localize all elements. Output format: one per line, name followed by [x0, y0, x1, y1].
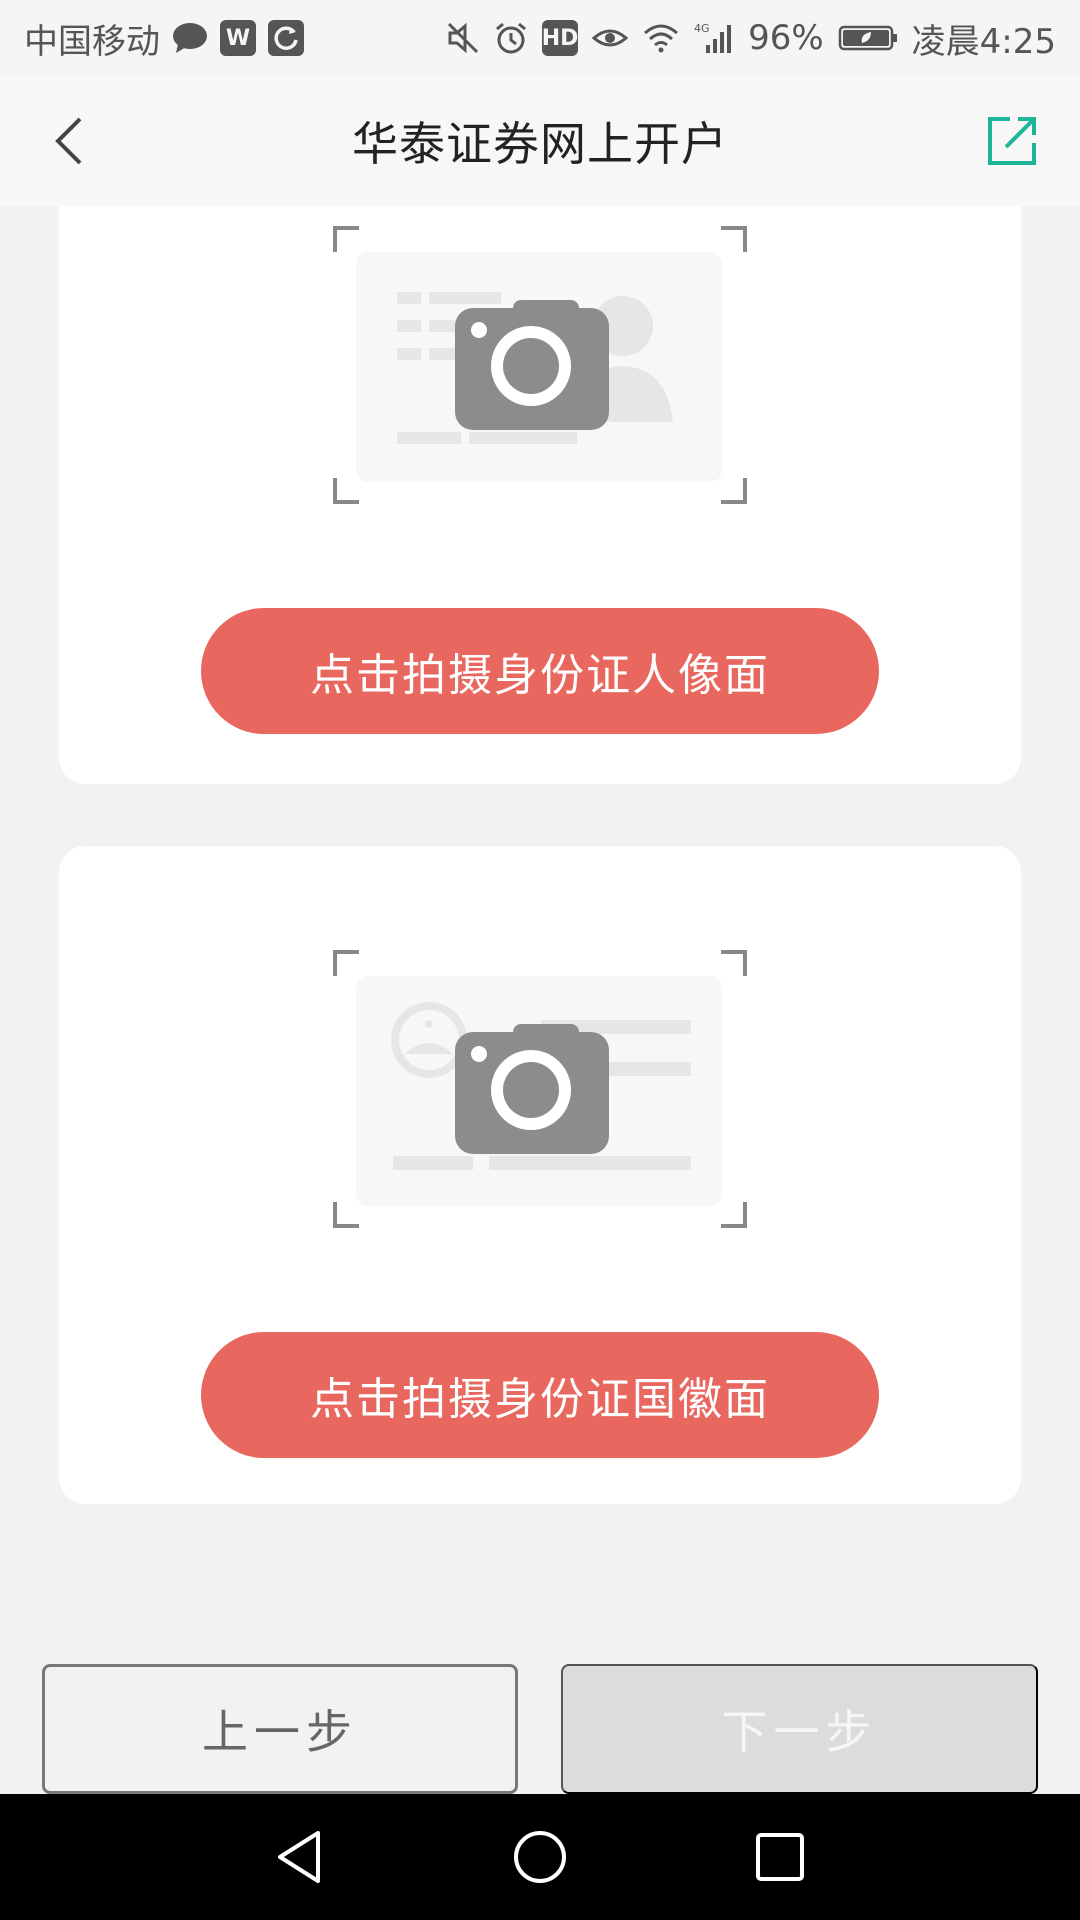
- refresh-app-icon: [268, 20, 304, 56]
- hd-icon: HD: [542, 20, 578, 56]
- id-card-portrait-placeholder: [333, 226, 747, 504]
- id-portrait-capture-area[interactable]: [333, 226, 747, 504]
- status-bar: 中国移动 W HD 4G 96% 凌晨4:25: [0, 0, 1080, 76]
- next-step-button[interactable]: 下一步: [561, 1664, 1038, 1794]
- eye-icon: [592, 24, 629, 52]
- wps-icon: W: [220, 20, 256, 56]
- nav-recent-icon: [756, 1833, 804, 1881]
- chat-bubble-icon: [172, 22, 208, 54]
- id-portrait-card: 点击拍摄身份证人像面: [59, 206, 1021, 784]
- share-button[interactable]: [984, 113, 1040, 169]
- chevron-left-icon: [55, 117, 82, 165]
- capture-portrait-button[interactable]: 点击拍摄身份证人像面: [201, 608, 879, 734]
- wifi-icon: [642, 23, 680, 53]
- battery-icon: [838, 24, 898, 52]
- alarm-icon: [494, 21, 528, 55]
- id-card-emblem-placeholder: [333, 950, 747, 1228]
- system-nav-bar: [0, 1794, 1080, 1920]
- external-link-icon: [988, 117, 1036, 165]
- id-emblem-capture-area[interactable]: [333, 950, 747, 1228]
- back-button[interactable]: [40, 109, 104, 173]
- mute-icon: [446, 21, 480, 55]
- status-right: HD 4G 96% 凌晨4:25: [446, 14, 1056, 63]
- id-emblem-card: 点击拍摄身份证国徽面: [59, 846, 1021, 1504]
- status-time: 凌晨4:25: [911, 21, 1056, 62]
- nav-home-button[interactable]: [510, 1827, 570, 1887]
- signal-icon: 4G: [694, 21, 734, 55]
- status-left: 中国移动 W: [24, 14, 304, 63]
- previous-step-button[interactable]: 上一步: [42, 1664, 518, 1794]
- battery-percent: 96%: [748, 18, 824, 58]
- page-title: 华泰证券网上开户: [352, 117, 728, 171]
- nav-recent-button[interactable]: [750, 1827, 810, 1887]
- nav-home-icon: [514, 1831, 566, 1883]
- capture-emblem-button[interactable]: 点击拍摄身份证国徽面: [201, 1332, 879, 1458]
- svg-text:4G: 4G: [694, 22, 710, 35]
- nav-back-button[interactable]: [270, 1827, 330, 1887]
- app-header: 华泰证券网上开户: [0, 76, 1080, 206]
- nav-back-icon: [278, 1831, 320, 1883]
- carrier-label: 中国移动: [24, 21, 160, 62]
